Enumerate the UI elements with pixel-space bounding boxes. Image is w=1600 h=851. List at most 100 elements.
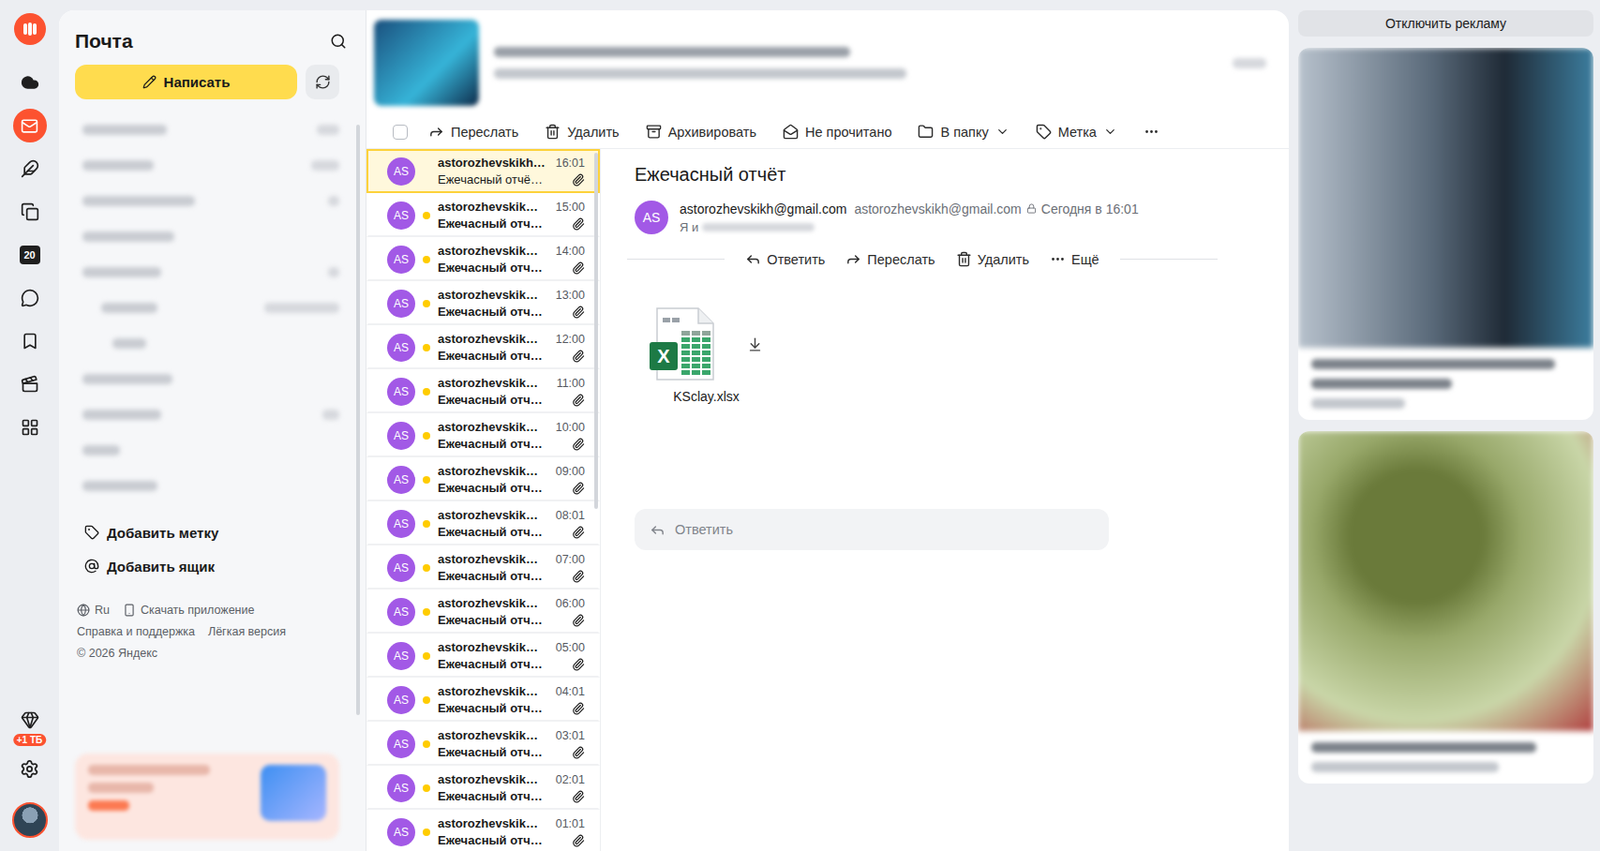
unread-dot[interactable] xyxy=(422,740,431,748)
message-row[interactable]: ASastorozhevskik…06:00Ежечасный отч… xyxy=(366,589,600,634)
message-row[interactable]: ASastorozhevskik…10:00Ежечасный отч… xyxy=(366,413,600,458)
storage-button[interactable]: +1 ТБ xyxy=(13,702,47,737)
folder-item[interactable] xyxy=(74,226,340,246)
folder-item[interactable] xyxy=(74,476,340,495)
subject: Ежечасный отч… xyxy=(437,348,543,363)
paperclip-icon xyxy=(571,305,585,319)
archive-button[interactable]: Архивировать xyxy=(645,120,757,144)
footer-link[interactable]: Справка и поддержка xyxy=(76,625,195,639)
unread-dot[interactable] xyxy=(422,255,431,264)
folder-item[interactable] xyxy=(74,440,340,460)
cloud-button[interactable] xyxy=(13,65,47,100)
telemost-button[interactable] xyxy=(13,367,47,402)
download-icon[interactable] xyxy=(747,336,763,353)
ad-card[interactable] xyxy=(1298,431,1594,784)
list-scrollbar[interactable] xyxy=(594,152,599,509)
search-icon[interactable] xyxy=(329,32,347,50)
message-row[interactable]: ASastorozhevskik…05:00Ежечасный отч… xyxy=(366,633,600,678)
docs-button[interactable] xyxy=(13,194,47,229)
chat-button[interactable] xyxy=(13,281,47,315)
folder-button[interactable]: В папку xyxy=(917,120,1009,144)
unread-dot[interactable] xyxy=(422,343,431,352)
unread-dot[interactable] xyxy=(422,696,431,704)
sidebar-scrollbar[interactable] xyxy=(356,124,360,716)
quick-reply[interactable]: Ответить xyxy=(634,508,1109,551)
message-row[interactable]: ASastorozhevskikh…16:01Ежечасный отчё… xyxy=(366,149,600,194)
message-row[interactable]: ASastorozhevskik…13:00Ежечасный отч… xyxy=(366,281,600,326)
folder-item[interactable] xyxy=(74,298,340,317)
message-row[interactable]: ASastorozhevskik…09:00Ежечасный отч… xyxy=(366,457,600,502)
ad-banner[interactable] xyxy=(366,10,1289,116)
delete-button[interactable]: Удалить xyxy=(956,251,1030,268)
message-row[interactable]: ASastorozhevskik…02:01Ежечасный отч… xyxy=(366,765,600,810)
lock-icon xyxy=(1026,203,1037,214)
forward-button[interactable]: Переслать xyxy=(428,120,519,144)
unread-dot[interactable] xyxy=(422,476,431,484)
folder-item[interactable] xyxy=(74,404,340,424)
message-row[interactable]: ASastorozhevskik…11:00Ежечасный отч… xyxy=(366,369,600,414)
disable-ads-button[interactable]: Отключить рекламу xyxy=(1298,10,1594,37)
notes-button[interactable] xyxy=(13,324,47,359)
tag-button[interactable]: Метка xyxy=(1035,120,1118,144)
subject: Ежечасный отч… xyxy=(437,524,543,539)
unread-dot[interactable] xyxy=(422,784,431,793)
message-row[interactable]: ASastorozhevskik…07:00Ежечасный отч… xyxy=(366,545,600,590)
message-row[interactable]: ASastorozhevskik…03:01Ежечасный отч… xyxy=(366,721,600,766)
folder-item[interactable] xyxy=(74,155,340,175)
unread-dot[interactable] xyxy=(422,211,431,220)
sidebar-action[interactable]: Добавить метку xyxy=(74,523,351,542)
compose-button[interactable]: Написать xyxy=(74,64,298,100)
unread-button[interactable]: Не прочитано xyxy=(782,120,893,144)
settings-button[interactable] xyxy=(13,751,47,786)
message-row[interactable]: ASastorozhevskik…08:01Ежечасный отч… xyxy=(366,501,600,546)
sender-email: astorozhevskikh@gmail.comСегодня в 16:01 xyxy=(853,201,1138,217)
more-button[interactable]: Ещё xyxy=(1049,251,1100,268)
messenger-button[interactable] xyxy=(13,151,47,186)
more-icon xyxy=(1143,123,1160,140)
download-link[interactable]: Скачать приложение xyxy=(122,603,255,617)
unread-dot[interactable] xyxy=(422,432,431,440)
reply-button[interactable]: Ответить xyxy=(745,251,825,268)
ad-card[interactable] xyxy=(1298,47,1594,420)
sidebar-action[interactable]: Добавить ящик xyxy=(74,556,351,576)
unread-dot[interactable] xyxy=(422,652,431,660)
attachment[interactable]: XKSclay.xlsx xyxy=(649,306,763,404)
select-all-checkbox[interactable] xyxy=(392,124,408,140)
more-button[interactable] xyxy=(1143,120,1160,144)
promo-banner[interactable] xyxy=(74,753,340,840)
unread-dot[interactable] xyxy=(422,520,431,528)
sender-name[interactable]: astorozhevskikh@gmail.com xyxy=(679,201,847,217)
trash-icon xyxy=(956,251,972,268)
refresh-button[interactable] xyxy=(305,64,340,100)
folder-item[interactable] xyxy=(74,191,340,210)
message-row[interactable]: ASastorozhevskik…14:00Ежечасный отч… xyxy=(366,237,600,282)
delete-button[interactable]: Удалить xyxy=(544,120,619,144)
unread-dot[interactable] xyxy=(422,564,431,572)
message-list: ASastorozhevskikh…16:01Ежечасный отчё…AS… xyxy=(366,149,601,851)
unread-dot[interactable] xyxy=(422,828,431,837)
calendar-button[interactable]: 20 xyxy=(13,238,47,272)
folder-item[interactable] xyxy=(74,262,340,282)
recipients[interactable]: Я и xyxy=(679,220,1139,235)
footer-link[interactable]: Лёгкая версия xyxy=(208,625,286,639)
unread-dot[interactable] xyxy=(422,167,431,176)
unread-dot[interactable] xyxy=(422,608,431,616)
sidebar: Почта Написать Добавить метку Добавить ящик… xyxy=(59,10,367,851)
folder-item[interactable] xyxy=(74,333,340,353)
forward-button[interactable]: Переслать xyxy=(845,251,935,268)
all-services-button[interactable] xyxy=(13,410,47,445)
folder-item[interactable] xyxy=(74,369,340,389)
app-title: Почта xyxy=(74,29,134,53)
user-avatar[interactable] xyxy=(12,802,48,838)
folder-item[interactable] xyxy=(74,119,340,139)
subject: Ежечасный отч… xyxy=(437,657,543,672)
message-row[interactable]: ASastorozhevskik…04:01Ежечасный отч… xyxy=(366,677,600,722)
unread-dot[interactable] xyxy=(422,299,431,308)
message-row[interactable]: ASastorozhevskik…15:00Ежечасный отч… xyxy=(366,193,600,238)
yandex-logo[interactable] xyxy=(14,13,46,45)
message-row[interactable]: ASastorozhevskik…12:00Ежечасный отч… xyxy=(366,325,600,370)
message-row[interactable]: ASastorozhevskik…01:01Ежечасный отч… xyxy=(366,809,600,851)
mail-button[interactable] xyxy=(13,108,47,143)
language-link[interactable]: Ru xyxy=(76,603,110,617)
unread-dot[interactable] xyxy=(422,388,431,396)
